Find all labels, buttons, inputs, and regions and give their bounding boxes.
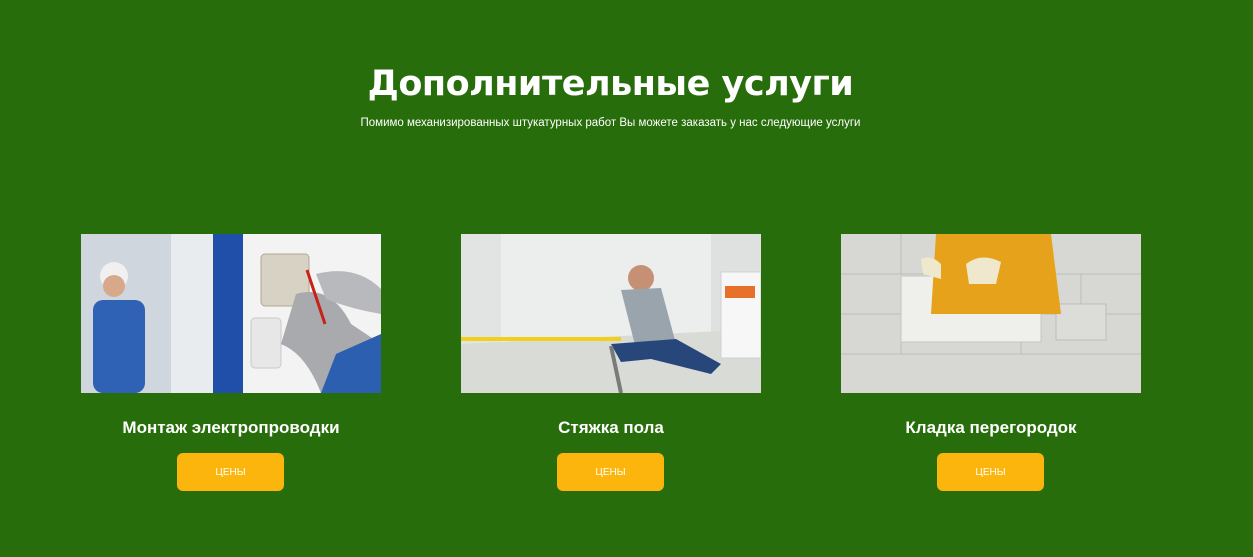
service-title: Кладка перегородок bbox=[905, 418, 1077, 437]
service-title: Стяжка пола bbox=[558, 418, 664, 437]
prices-button[interactable]: ЦЕНЫ bbox=[557, 453, 664, 491]
section-title: Дополнительные услуги bbox=[367, 64, 854, 104]
prices-button[interactable]: ЦЕНЫ bbox=[177, 453, 284, 491]
service-card-masonry: Кладка перегородок ЦЕНЫ bbox=[841, 234, 1141, 494]
service-card-wiring: Монтаж электропроводки ЦЕНЫ bbox=[81, 234, 381, 494]
service-image-screed bbox=[461, 234, 761, 393]
prices-button[interactable]: ЦЕНЫ bbox=[937, 453, 1044, 491]
section-subtitle: Помимо механизированных штукатурных рабо… bbox=[360, 117, 861, 129]
service-image-wiring bbox=[81, 234, 381, 393]
service-image-masonry bbox=[841, 234, 1141, 393]
service-title: Монтаж электропроводки bbox=[122, 418, 340, 437]
service-card-screed: Стяжка пола ЦЕНЫ bbox=[461, 234, 761, 494]
